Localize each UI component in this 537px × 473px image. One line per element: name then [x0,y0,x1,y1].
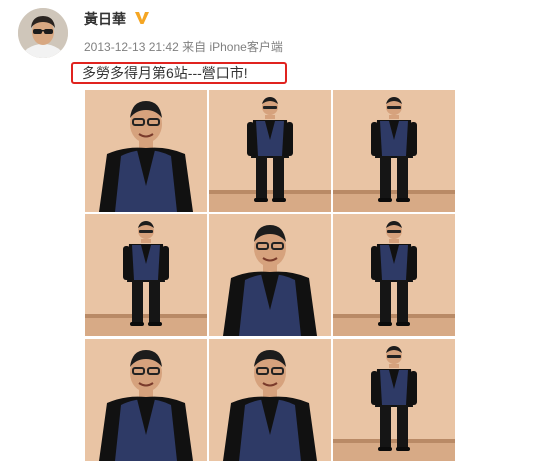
verified-v-icon [135,12,149,24]
photo-image [333,339,455,461]
photo-thumbnail[interactable] [333,214,455,336]
source-prefix: 来自 [182,40,207,54]
photo-image [333,90,455,212]
photo-thumbnail[interactable] [333,339,455,461]
photo-image [333,214,455,336]
photo-image [209,214,331,336]
photo-image [85,214,207,336]
post-text: 多勞多得月第6站---營口市! [82,65,248,81]
photo-thumbnail[interactable] [333,90,455,212]
photo-thumbnail[interactable] [85,214,207,336]
author-name[interactable]: 黃日華 [84,11,126,27]
photo-thumbnail[interactable] [85,90,207,212]
photo-thumbnail[interactable] [85,339,207,461]
photo-image [85,90,207,212]
photo-image [85,339,207,461]
photo-thumbnail[interactable] [209,339,331,461]
photo-thumbnail[interactable] [209,90,331,212]
post-meta: 2013-12-13 21:42 来自 iPhone客户端 [84,40,283,54]
post-timestamp[interactable]: 2013-12-13 21:42 [84,40,179,54]
post-source-link[interactable]: iPhone客户端 [209,40,282,54]
avatar-image [18,8,68,58]
photo-image [209,90,331,212]
photo-thumbnail[interactable] [209,214,331,336]
photo-image [209,339,331,461]
author-avatar[interactable] [18,8,68,58]
